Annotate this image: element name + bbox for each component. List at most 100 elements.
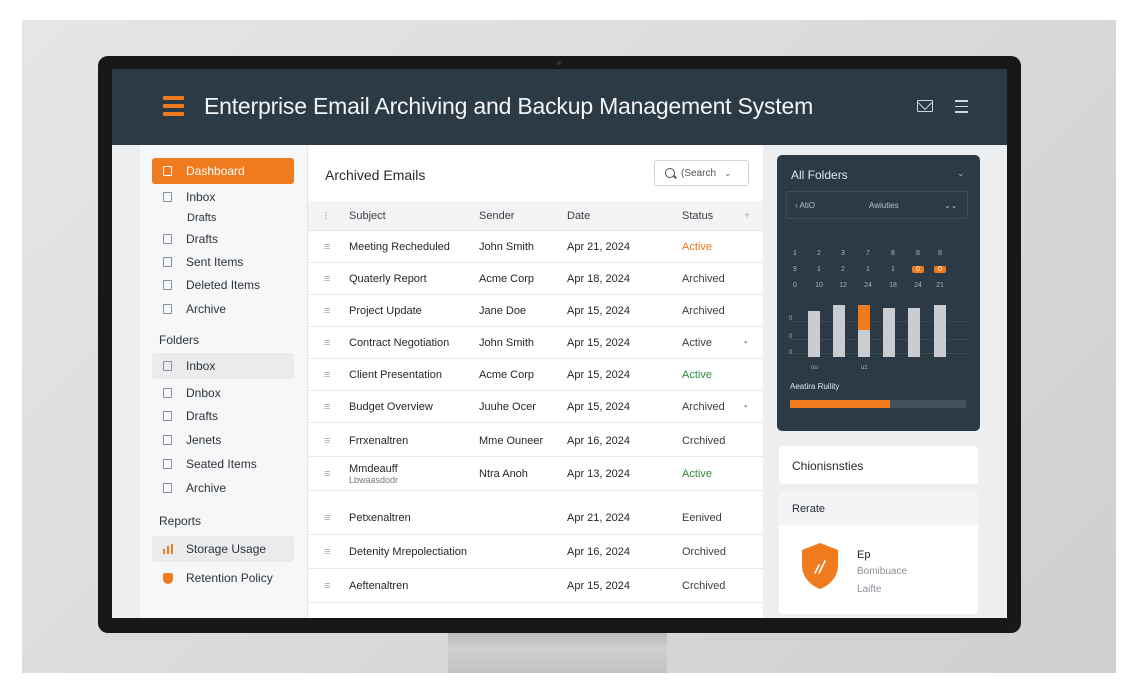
calendar-day[interactable]: 18 [887,282,899,289]
folder-item-seated[interactable]: Seated Items [152,451,294,477]
drag-handle-icon[interactable]: ≡ [324,305,330,317]
calendar-day[interactable]: 0 [912,266,924,273]
sidebar-item-deleted[interactable]: Deleted Items [152,272,294,298]
mail-icon[interactable] [917,100,933,112]
sidebar-item-dashboard[interactable]: Dashboard [152,158,294,184]
column-subject[interactable]: Subject [349,210,386,222]
drag-handle-icon[interactable]: ≡ [324,512,330,524]
search-icon [665,168,675,178]
table-row[interactable]: ≡ Mmdeauff Lbwaasdodr Ntra Anoh Apr 13, 2024… [308,457,763,491]
drag-handle-icon[interactable]: ≡ [324,546,330,558]
folder-item-inbox[interactable]: Inbox [152,353,294,379]
chart-bar[interactable] [883,308,895,357]
shield-icon [163,572,173,584]
drag-handle-icon[interactable]: ≡ [324,337,330,349]
send-icon [163,257,172,267]
status-badge: Archived [682,272,725,285]
status-badge: Orchived [682,545,727,558]
calendar-day[interactable]: 10 [813,282,825,289]
cell-subject: Aeftenaltren [349,579,409,592]
chart-bar[interactable] [833,305,845,357]
drag-handle-icon[interactable]: ≡ [324,241,330,253]
column-status[interactable]: Status [682,210,713,222]
cell-subject: Budget Overview [349,400,433,413]
report-item-label: Retention Policy [186,571,273,585]
report-item-retention-policy[interactable]: Retention Policy [152,565,294,591]
row-more-indicator[interactable]: • [744,401,748,412]
calendar-day[interactable]: 0 [789,282,801,289]
list-icon[interactable] [955,100,968,117]
table-row[interactable]: ≡ Petxenaltren Apr 21, 2024 Eenived [308,501,763,535]
chart-bar[interactable] [908,308,920,357]
folder-icon [163,192,172,202]
table-row[interactable]: ≡ Quaterly Report Acme Corp Apr 18, 2024 Arc… [308,263,763,295]
hamburger-menu-icon[interactable] [163,96,184,117]
cell-subject: Frrxenaltren [349,434,409,447]
table-row[interactable]: ≡ Project Update Jane Doe Apr 15, 2024 Archi… [308,295,763,327]
calendar-day[interactable]: 1 [789,250,801,257]
panel-title: Archived Emails [325,167,426,183]
drag-handle-icon[interactable]: ≡ [324,435,330,447]
calendar-day[interactable]: 24 [912,282,924,289]
drag-handle-icon[interactable]: ≡ [324,468,330,480]
column-add[interactable]: + [744,210,750,221]
table-row[interactable]: ≡ Meeting Recheduled John Smith Apr 21, 202… [308,231,763,263]
chart-bar[interactable] [808,311,820,357]
chevron-down-icon[interactable]: ⌄ [724,168,732,179]
column-sender[interactable]: Sender [479,210,514,222]
cell-subject-line-2: Lbwaasdodr [349,474,399,485]
folder-item-drafts[interactable]: Drafts [152,403,294,429]
card-title: Chionisnsties [792,459,864,473]
cell-date: Apr 13, 2024 [567,467,630,480]
sidebar-item-inbox[interactable]: Inbox [152,184,294,210]
sidebar-sub-drafts[interactable]: Drafts [187,212,216,224]
chart-bar-highlight[interactable] [858,305,870,330]
calendar-day[interactable]: 1 [887,266,899,273]
calendar-day[interactable]: 7 [862,250,874,257]
retention-label: Aeatira Ruility [790,382,840,391]
calendar-day[interactable]: 2 [813,250,825,257]
cell-date: Apr 15, 2024 [567,368,630,381]
table-row[interactable]: ≡ Client Presentation Acme Corp Apr 15, 202… [308,359,763,391]
table-row[interactable]: ≡ Frrxenaltren Mme Ouneer Apr 16, 2024 Crchi… [308,425,763,457]
status-badge: Eenived [682,511,722,524]
search-input[interactable]: (Search ⌄ [654,160,749,186]
calendar-day[interactable]: 8 [934,250,946,257]
retention-progress-fill [790,400,891,408]
sidebar-item-archive[interactable]: Archive [152,296,294,322]
folder-item-archive[interactable]: Archive [152,475,294,501]
drag-handle-icon[interactable]: ≡ [324,401,330,413]
row-more-indicator[interactable]: • [744,337,748,348]
table-row[interactable]: ≡ Aeftenaltren Apr 15, 2024 Crchived [308,569,763,603]
calendar-day[interactable]: 9 [789,266,801,273]
calendar-day[interactable]: 1 [813,266,825,273]
shield-icon [802,543,838,589]
table-row[interactable]: ≡ Contract Negotiation John Smith Apr 15, 2… [308,327,763,359]
calendar-day[interactable]: 8 [887,250,899,257]
calendar-day[interactable]: 1 [862,266,874,273]
folder-icon [163,166,172,176]
cell-subject: Quaterly Report [349,272,427,285]
report-item-storage-usage[interactable]: Storage Usage [152,536,294,562]
folder-item-label: Jenets [186,433,222,447]
folder-item-jenets[interactable]: Jenets [152,427,294,453]
cell-sender: Jane Doe [479,304,527,317]
column-date[interactable]: Date [567,210,590,222]
table-row[interactable]: ≡ Budget Overview Juuhe Ocer Apr 15, 2024 Ar… [308,391,763,423]
calendar-day[interactable]: 24 [862,282,874,289]
calendar-day[interactable]: 0 [934,266,946,273]
calendar-day[interactable]: 12 [837,282,849,289]
table-row[interactable]: ≡ Detenity Mrepolectiation Apr 16, 2024 Orc… [308,535,763,569]
drag-handle-icon[interactable]: ≡ [324,580,330,592]
characteristics-card[interactable]: Chionisnsties [779,446,978,484]
drag-handle-icon[interactable]: ≡ [324,369,330,381]
cell-subject: Petxenaltren [349,511,411,524]
folder-icon [163,435,172,445]
calendar-day[interactable]: 3 [837,250,849,257]
chart-bar[interactable] [934,305,946,357]
cell-date: Apr 15, 2024 [567,304,630,317]
calendar-day[interactable]: 8 [912,250,924,257]
calendar-day[interactable]: 2 [837,266,849,273]
drag-handle-icon[interactable]: ≡ [324,273,330,285]
calendar-day[interactable]: 21 [934,282,946,289]
